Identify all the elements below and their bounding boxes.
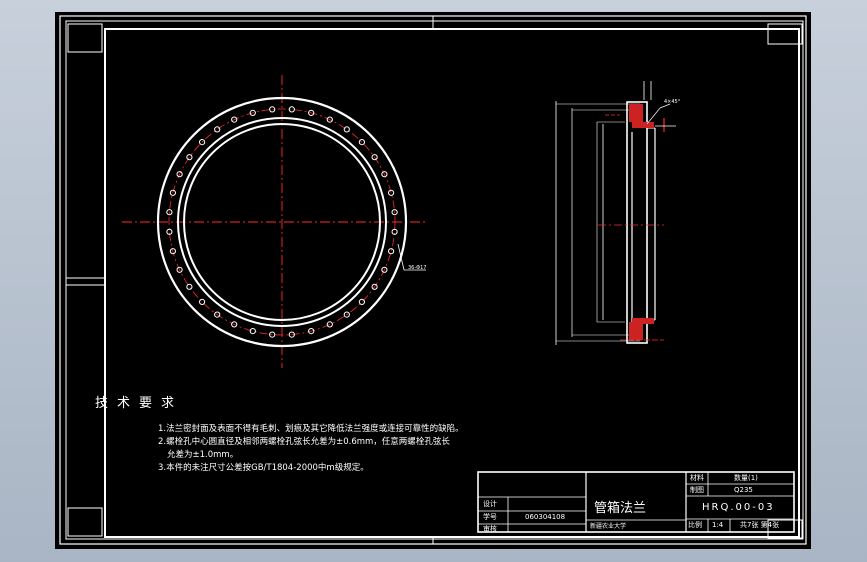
requirement-item: 1.法兰密封面及表面不得有毛刺、划痕及其它降低法兰强度或连接可靠性的缺陷。: [158, 424, 464, 434]
bolt-hole: [249, 328, 256, 335]
technical-requirements-title: 技术要求: [95, 396, 184, 411]
bolt-hole: [358, 298, 365, 305]
designer-label: 设计: [483, 500, 497, 508]
flange-section-body: [626, 101, 648, 344]
section-hatch-top: [629, 104, 643, 122]
bolt-hole: [326, 321, 333, 328]
section-hatch-bottom: [629, 322, 643, 340]
flange-section-view: [555, 81, 676, 345]
school-name: 新疆农业大学: [590, 523, 627, 530]
student-id: 060304108: [525, 513, 566, 521]
binding-mark-top: [67, 23, 103, 53]
bolt-hole: [388, 248, 395, 255]
hole-callout: 36-Φ17: [408, 265, 427, 271]
scale-label: 比例: [688, 521, 702, 529]
bolt-hole: [199, 298, 206, 305]
drawing-number: HRQ.00-03: [702, 502, 775, 513]
requirement-item: 允差为±1.0mm。: [167, 450, 239, 460]
bolt-hole: [214, 126, 221, 133]
requirement-item: 2.螺栓孔中心圆直径及相邻两螺栓孔弦长允差为±0.6mm，任意两螺栓孔弦长: [158, 437, 450, 447]
requirement-item: 3.本件的未注尺寸公差按GB/T1804-2000中m级规定。: [158, 463, 369, 473]
material-value: Q235: [734, 486, 753, 494]
chamfer-callout: 4×45°: [664, 99, 681, 105]
binding-mark-bottom: [67, 507, 103, 537]
checker-label: 审核: [483, 525, 497, 533]
material-label: 材料: [690, 474, 704, 482]
sheet-info: 共7张 第4张: [740, 521, 780, 529]
flange-front-view: [122, 75, 428, 368]
student-label: 学号: [483, 513, 497, 521]
technical-requirements-list: 1.法兰密封面及表面不得有毛刺、划痕及其它降低法兰强度或连接可靠性的缺陷。 2.…: [158, 423, 478, 475]
part-name: 管箱法兰: [594, 501, 647, 516]
quantity-label: 数量(1): [734, 474, 758, 482]
drawing-label: 制图: [690, 486, 704, 494]
scale-value: 1:4: [712, 521, 724, 529]
bolt-hole: [186, 283, 193, 290]
bolt-hole: [343, 126, 350, 133]
